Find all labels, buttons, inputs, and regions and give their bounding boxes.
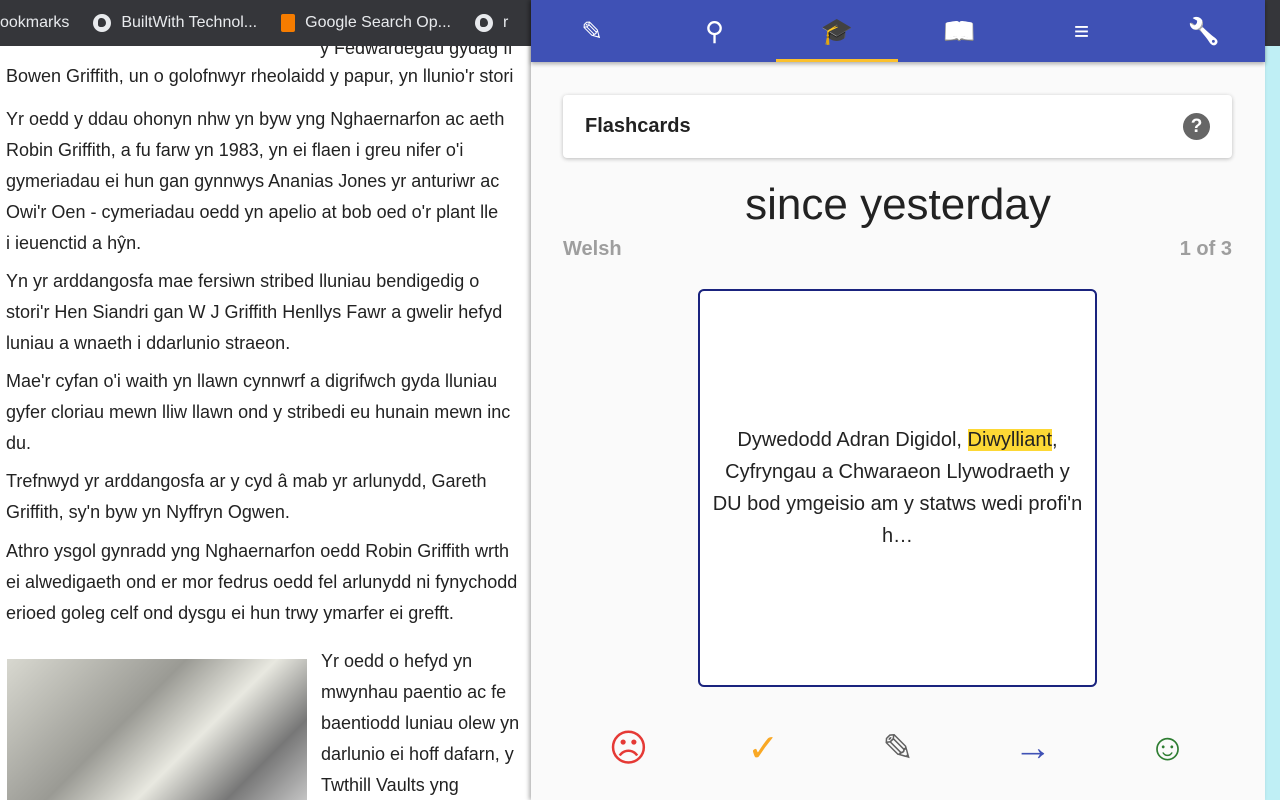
article-line: darlunio ei hoff dafarn, y [321, 744, 514, 764]
bookmark-label: BuiltWith Technol... [121, 14, 258, 31]
arrow-right-icon: → [1013, 726, 1052, 769]
article-line: Twthill Vaults yng [321, 775, 459, 795]
article: y Fedwardegau gydag ff Bowen Griffith, un… [0, 46, 531, 800]
tab-wrench[interactable]: 🔧 [1143, 0, 1265, 62]
sort-icon: ≡ [1073, 15, 1090, 46]
nav-tabs: ✎ ⚲ 🎓 📖 ≡ 🔧 [531, 0, 1265, 62]
article-line: luniau a wnaeth i ddarlunio straeon. [6, 333, 291, 353]
reader-icon: 📖 [942, 15, 976, 46]
edit-icon: ✎ [882, 727, 914, 770]
bookmark-item[interactable]: BuiltWith Technol... [93, 14, 257, 32]
article-line: i ieuenctid a hŷn. [6, 233, 142, 253]
context-before: Dywedodd Adran Digidol, [737, 429, 968, 451]
panel-title: Flashcards [585, 115, 691, 137]
tab-sort[interactable]: ≡ [1020, 0, 1142, 62]
article-line: erioed goleg celf ond dysgu ei hun trwy … [6, 603, 454, 623]
article-line: Yr oedd o hefyd yn [321, 651, 473, 671]
article-line: Athro ysgol gynradd yng Nghaernarfon oed… [6, 541, 509, 561]
wrench-icon: 🔧 [1187, 15, 1220, 46]
arrow-right-button[interactable]: → [1003, 722, 1063, 774]
article-line: Mae'r cyfan o'i waith yn llawn cynnwrf a… [6, 371, 498, 391]
bookmark-label: r [502, 14, 509, 31]
check-button[interactable]: ✓ [733, 722, 793, 774]
article-line: Yn yr arddangosfa mae fersiwn stribed ll… [6, 271, 480, 291]
check-icon: ✓ [747, 727, 780, 770]
search-icon: ⚲ [704, 15, 725, 46]
tab-search[interactable]: ⚲ [653, 0, 775, 62]
article-illustration [7, 659, 307, 800]
article-line: Trefnwyd yr arddangosfa ar y cyd â mab y… [6, 471, 487, 491]
bookmark-label: ookmarks [0, 14, 70, 31]
article-line: Robin Griffith, a fu farw yn 1983, yn ei… [6, 140, 464, 160]
sad-face-icon: ☹ [608, 727, 649, 770]
bookmark-item[interactable]: r [474, 14, 509, 32]
card-actions: ☹ ✓ ✎ → ☺ [531, 722, 1265, 774]
language-label: Welsh [563, 238, 622, 260]
help-icon[interactable]: ? [1183, 113, 1210, 140]
article-line: du. [6, 433, 32, 453]
bookmark-label: Google Search Op... [305, 14, 451, 31]
article-line: mwynhau paentio ac fe [321, 682, 507, 702]
flashcards-panel: ✎ ⚲ 🎓 📖 ≡ 🔧 Flashcards ? since yesterday Wels… [531, 0, 1265, 800]
article-line: gyfer cloriau mewn lliw llawn ond y stri… [6, 402, 511, 422]
article-line: Griffith, sy'n byw yn Nyffryn Ogwen. [6, 502, 290, 522]
globe-icon [474, 14, 493, 32]
flashcard-term: since yesterday [745, 180, 1051, 229]
blogger-icon [281, 14, 296, 32]
bookmark-item[interactable]: Google Search Op... [281, 14, 451, 32]
pencil-icon: ✎ [581, 15, 604, 46]
tab-pencil[interactable]: ✎ [531, 0, 653, 62]
edit-button[interactable]: ✎ [868, 722, 928, 774]
tab-reader[interactable]: 📖 [898, 0, 1020, 62]
flashcard-context: Dywedodd Adran Digidol, Diwylliant, Cyfr… [712, 424, 1083, 552]
flashcards-header: Flashcards ? [563, 95, 1232, 158]
article-line: Bowen Griffith, un o golofnwyr rheolaidd… [6, 66, 514, 86]
article-line: baentiodd luniau olew yn [321, 713, 520, 733]
article-line: Owi'r Oen - cymeriadau oedd yn apelio at… [6, 202, 499, 222]
bookmark-item[interactable]: ookmarks [0, 14, 69, 32]
article-line: Yr oedd y ddau ohonyn nhw yn byw yng Ngh… [6, 109, 505, 129]
highlighted-word: Diwylliant [967, 429, 1053, 451]
globe-icon [93, 14, 112, 32]
page-edge [1265, 46, 1280, 800]
card-counter: 1 of 3 [1179, 238, 1232, 260]
flashcard[interactable]: Dywedodd Adran Digidol, Diwylliant, Cyfr… [698, 289, 1097, 687]
article-line: gymeriadau ei hun gan gynnwys Ananias Jo… [6, 171, 500, 191]
happy-face-icon: ☺ [1148, 726, 1187, 769]
sad-face-button[interactable]: ☹ [598, 722, 658, 774]
article-line: stori'r Hen Siandri gan W J Griffith Hen… [6, 302, 503, 322]
tab-school[interactable]: 🎓 [775, 0, 899, 62]
happy-face-button[interactable]: ☺ [1138, 722, 1198, 774]
article-line: ei alwedigaeth ond er mor fedrus oedd fe… [6, 572, 518, 592]
school-icon: 🎓 [820, 15, 853, 46]
